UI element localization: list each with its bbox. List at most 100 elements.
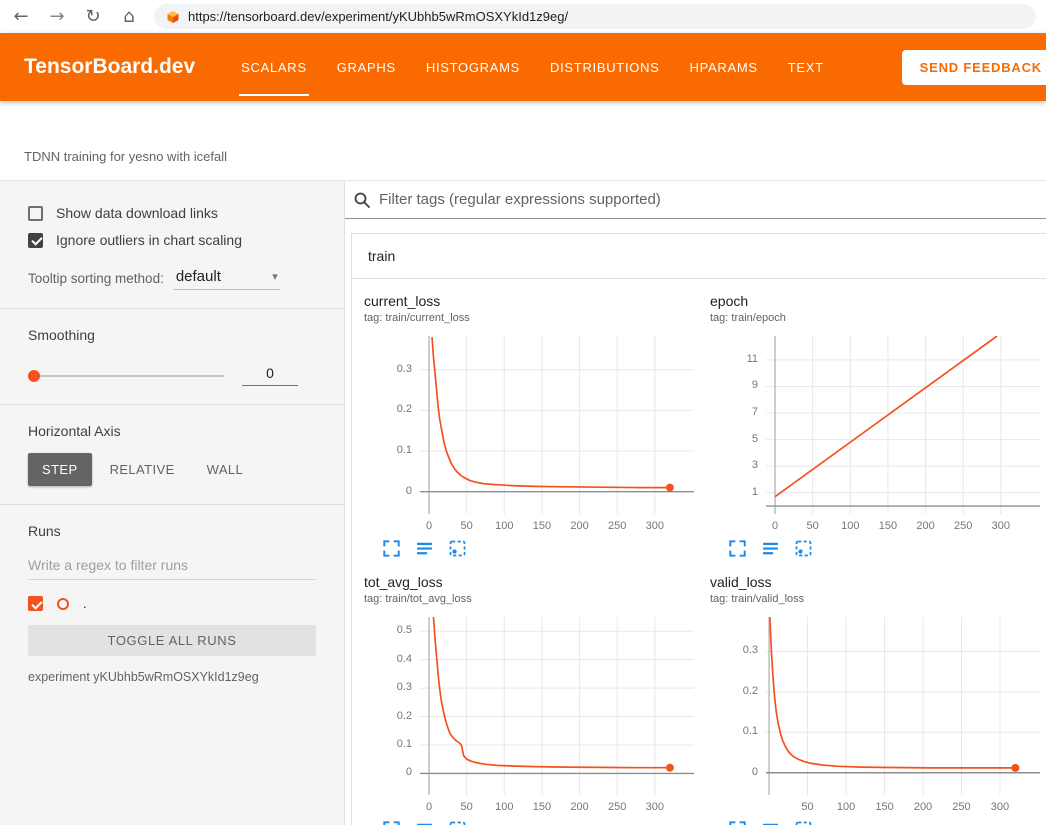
chart-tag: tag: train/tot_avg_loss	[364, 593, 704, 605]
x-tick-label: 50	[461, 801, 473, 813]
chart-toolbar	[710, 540, 1046, 558]
y-axis-labels: 0 0.1 0.2 0.3 0.4 0.5	[364, 617, 420, 795]
chart-tag: tag: train/valid_loss	[710, 593, 1046, 605]
smoothing-row: 0	[28, 365, 316, 386]
smoothing-value-input[interactable]: 0	[242, 365, 298, 386]
scalars-main: train current_loss tag: train/current_lo…	[345, 181, 1046, 825]
y-tick-label: 0.3	[397, 681, 412, 693]
y-tick-label: 0.1	[397, 738, 412, 750]
experiment-title: TDNN training for yesno with icefall	[24, 149, 227, 164]
smoothing-slider[interactable]	[28, 369, 224, 383]
x-tick-label: 0	[426, 801, 432, 813]
chart-area: 1357911	[710, 336, 1046, 514]
chart-tag: tag: train/epoch	[710, 312, 1046, 324]
x-tick-label: 100	[495, 801, 513, 813]
checkbox-label: Ignore outliers in chart scaling	[56, 232, 242, 248]
divider	[0, 404, 344, 405]
fit-domain-icon[interactable]	[794, 540, 812, 558]
reload-icon[interactable]: ↻	[82, 8, 104, 26]
y-tick-label: 0.1	[397, 444, 412, 456]
forward-arrow-icon[interactable]: →	[46, 8, 68, 26]
chevron-down-icon: ▾	[272, 270, 278, 283]
toggle-all-runs-button[interactable]: TOGGLE ALL RUNS	[28, 625, 316, 656]
smoothing-label: Smoothing	[28, 327, 316, 343]
y-tick-label: 11	[747, 353, 758, 365]
fit-domain-icon[interactable]	[448, 540, 466, 558]
home-icon[interactable]: ⌂	[118, 8, 140, 26]
fit-domain-icon[interactable]	[448, 821, 466, 825]
chart-card-epoch: epoch tag: train/epoch 1357911 050100150…	[710, 293, 1046, 558]
tab-histograms[interactable]: HISTOGRAMS	[426, 33, 520, 101]
tooltip-sorting-dropdown[interactable]: default ▾	[174, 268, 280, 290]
axis-relative-button[interactable]: RELATIVE	[96, 453, 189, 486]
y-axis-toggle-icon[interactable]	[761, 821, 779, 825]
runs-filter-input[interactable]	[28, 551, 316, 580]
charts-grid: current_loss tag: train/current_loss 00.…	[352, 279, 1046, 825]
tab-scalars[interactable]: SCALARS	[241, 33, 307, 101]
axis-step-button[interactable]: STEP	[28, 453, 92, 486]
chart-plot[interactable]	[766, 617, 1040, 795]
tag-filter-input[interactable]	[379, 191, 1046, 208]
expand-icon[interactable]	[728, 821, 746, 825]
chart-plot[interactable]	[766, 336, 1040, 514]
fit-domain-icon[interactable]	[794, 821, 812, 825]
tab-hparams[interactable]: HPARAMS	[690, 33, 758, 101]
x-tick-label: 100	[837, 801, 855, 813]
x-tick-label: 200	[916, 520, 934, 532]
horizontal-axis-label: Horizontal Axis	[28, 423, 316, 439]
y-tick-label: 9	[752, 379, 758, 391]
x-axis-labels: 50100150200250300	[710, 799, 1046, 817]
chart-plot[interactable]	[420, 617, 694, 795]
y-tick-label: 0.4	[397, 653, 412, 665]
y-axis-toggle-icon[interactable]	[761, 540, 779, 558]
y-tick-label: 0.5	[397, 624, 412, 636]
axis-wall-button[interactable]: WALL	[193, 453, 258, 486]
run-color-radio[interactable]	[57, 598, 69, 610]
checkbox-label: Show data download links	[56, 205, 218, 221]
settings-sidebar: Show data download links Ignore outliers…	[0, 181, 345, 825]
run-row: .	[28, 596, 316, 611]
chart-area: 0 0.1 0.2 0.3 0.4 0.5	[364, 617, 704, 795]
runs-label: Runs	[28, 523, 316, 539]
brand-logo[interactable]: TensorBoard.dev	[24, 55, 195, 79]
chart-card-tot-avg-loss: tot_avg_loss tag: train/tot_avg_loss 00.…	[364, 574, 704, 825]
tooltip-sorting-row: Tooltip sorting method: default ▾	[28, 268, 316, 290]
chart-card-valid-loss: valid_loss tag: train/valid_loss 00.10.2…	[710, 574, 1046, 825]
expand-icon[interactable]	[382, 540, 400, 558]
y-tick-label: 0.3	[743, 644, 758, 656]
tab-graphs[interactable]: GRAPHS	[337, 33, 396, 101]
group-title-train[interactable]: train	[352, 234, 1046, 279]
chart-tag: tag: train/current_loss	[364, 312, 704, 324]
chart-toolbar	[364, 540, 704, 558]
tab-distributions[interactable]: DISTRIBUTIONS	[550, 33, 660, 101]
dropdown-value: default	[176, 268, 221, 285]
x-tick-label: 50	[461, 520, 473, 532]
run-checkbox[interactable]	[28, 596, 43, 611]
tab-text[interactable]: TEXT	[788, 33, 824, 101]
chart-toolbar	[364, 821, 704, 825]
y-tick-label: 0.2	[397, 710, 412, 722]
send-feedback-button[interactable]: SEND FEEDBACK	[902, 50, 1046, 85]
expand-icon[interactable]	[728, 540, 746, 558]
experiment-subheader: TDNN training for yesno with icefall	[0, 101, 1046, 181]
slider-thumb[interactable]	[28, 370, 40, 382]
back-arrow-icon[interactable]: ←	[10, 8, 32, 26]
chart-title: epoch	[710, 293, 1046, 309]
y-tick-label: 0	[406, 766, 412, 778]
chart-plot[interactable]	[420, 336, 694, 514]
address-bar[interactable]: https://tensorboard.dev/experiment/yKUbh…	[154, 4, 1036, 29]
nav-tabs: SCALARS GRAPHS HISTOGRAMS DISTRIBUTIONS …	[241, 33, 824, 101]
y-axis-toggle-icon[interactable]	[415, 821, 433, 825]
expand-icon[interactable]	[382, 821, 400, 825]
app-header: TensorBoard.dev SCALARS GRAPHS HISTOGRAM…	[0, 33, 1046, 101]
y-tick-label: 0.2	[397, 403, 412, 415]
show-download-links-checkbox[interactable]	[28, 206, 43, 221]
x-tick-label: 250	[608, 520, 626, 532]
ignore-outliers-checkbox[interactable]	[28, 233, 43, 248]
x-tick-label: 150	[879, 520, 897, 532]
tooltip-sorting-label: Tooltip sorting method:	[28, 271, 164, 290]
x-axis-labels: 050100150200250300	[364, 799, 704, 817]
x-tick-label: 50	[807, 520, 819, 532]
divider	[0, 308, 344, 309]
y-axis-toggle-icon[interactable]	[415, 540, 433, 558]
